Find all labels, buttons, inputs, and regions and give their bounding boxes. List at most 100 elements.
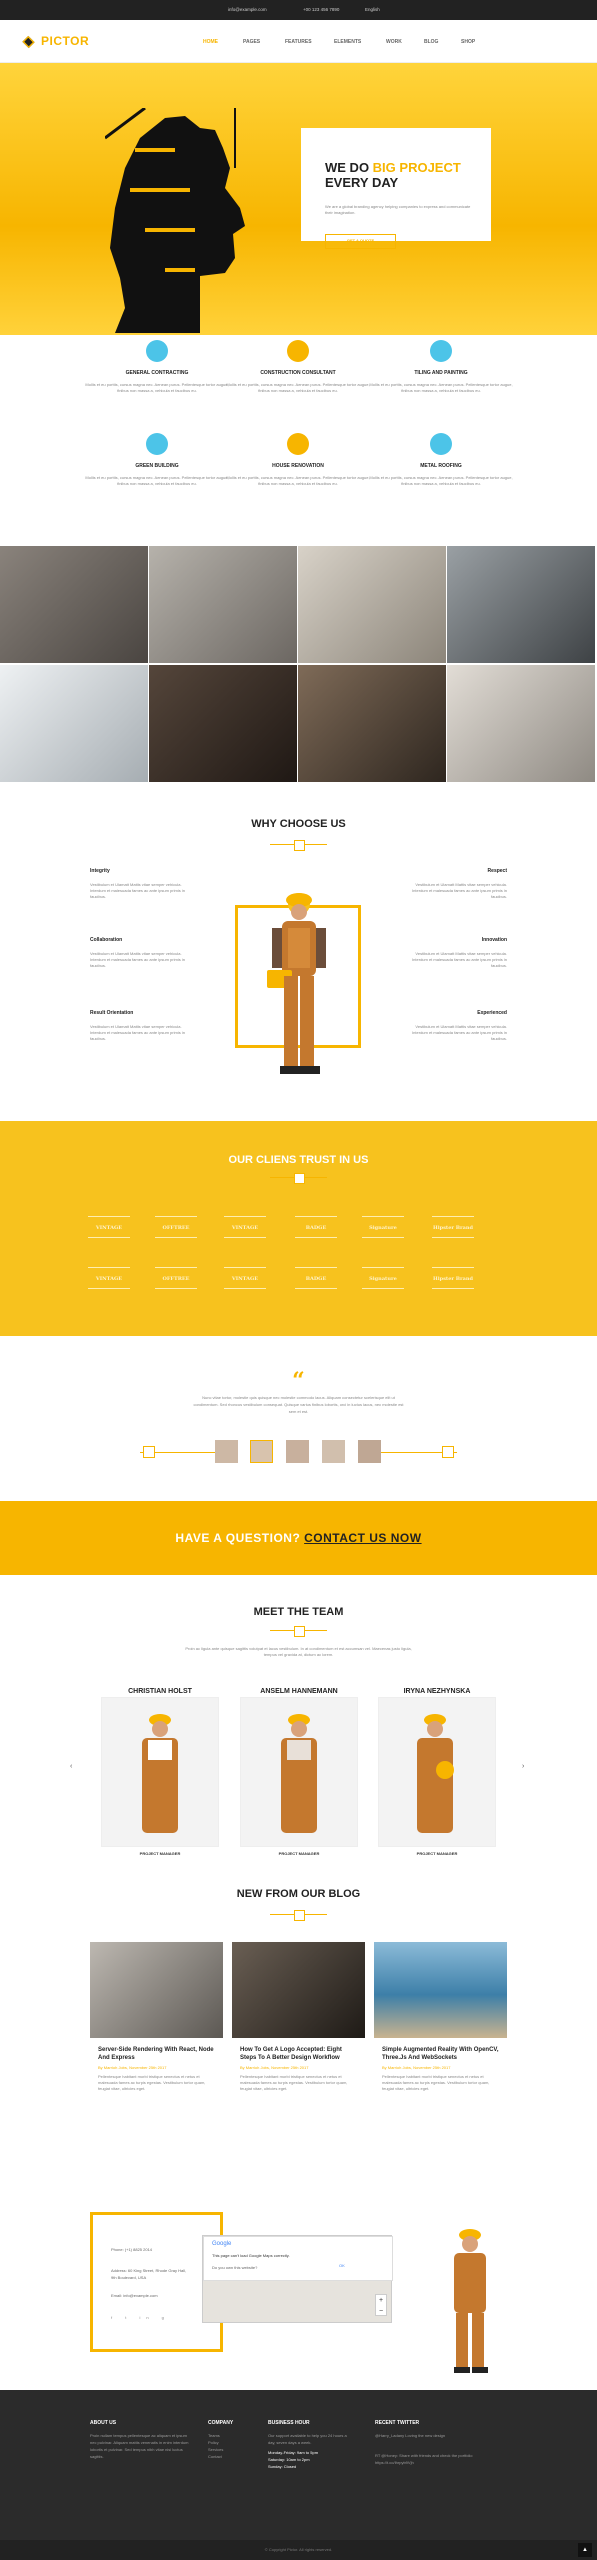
service-card[interactable]: METAL ROOFING Mollis et eu porttis, cursu… (366, 433, 516, 487)
client-logo[interactable]: Signature (362, 1216, 404, 1238)
client-logo[interactable]: Hipster Brand (432, 1216, 474, 1238)
footer-link[interactable]: Policy (208, 2439, 219, 2446)
gallery-image[interactable] (298, 546, 446, 663)
post-title[interactable]: Simple Augmented Reality With OpenCV, Th… (382, 2046, 499, 2062)
avatar[interactable] (215, 1440, 238, 1463)
blog-post[interactable]: How To Get A Logo Accepted: Eight Steps … (232, 1942, 365, 2092)
nav-features[interactable]: FEATURES (285, 39, 312, 45)
client-logo[interactable]: VINTAGE (88, 1216, 130, 1238)
gallery-image[interactable] (0, 665, 148, 782)
gallery-image[interactable] (447, 665, 595, 782)
phone-text[interactable]: +00 123 456 7890 (303, 7, 339, 12)
hammer-icon (287, 340, 309, 362)
title-ornament (270, 1173, 327, 1184)
service-card[interactable]: GREEN BUILDING Mollis et eu porttis, curs… (82, 433, 232, 487)
nav-elements[interactable]: ELEMENTS (334, 39, 361, 45)
footer-hours-heading: BUSINESS HOUR (268, 2420, 310, 2426)
nav-pages[interactable]: PAGES (243, 39, 260, 45)
client-logo[interactable]: Signature (362, 1267, 404, 1289)
get-quote-button[interactable]: GET A QUOTE (325, 234, 396, 249)
gallery-image[interactable] (0, 546, 148, 663)
client-logo[interactable]: BADGE (295, 1216, 337, 1238)
gallery-image[interactable] (298, 665, 446, 782)
footer-link[interactable]: Teams (208, 2432, 220, 2439)
tweet[interactable]: RT @Honey: Share with friends and check … (375, 2452, 505, 2466)
footer-link[interactable]: Services (208, 2446, 223, 2453)
why-item-title: Result Orientation (90, 1010, 134, 1016)
gallery-image[interactable] (149, 665, 297, 782)
why-item-desc: Vestibulum et Ulamatt Mattis vitae sempe… (412, 1024, 507, 1041)
nav-home[interactable]: HOME (203, 39, 218, 45)
team-next-arrow[interactable]: › (522, 1763, 524, 1770)
blog-post[interactable]: Server-Side Rendering With React, Node A… (90, 1942, 223, 2092)
client-logo[interactable]: VINTAGE (224, 1216, 266, 1238)
logo-icon (22, 35, 35, 49)
team-title: MEET THE TEAM (253, 1606, 344, 1618)
gallery-image[interactable] (447, 546, 595, 663)
footer-company-heading: COMPANY (208, 2420, 234, 2426)
nav-blog[interactable]: BLOG (424, 39, 438, 45)
gallery-image[interactable] (149, 546, 297, 663)
avatar[interactable] (286, 1440, 309, 1463)
worker-image (267, 893, 326, 1074)
post-title[interactable]: How To Get A Logo Accepted: Eight Steps … (240, 2046, 357, 2062)
email-text[interactable]: info@example.com (228, 7, 267, 12)
service-card[interactable]: TILING AND PAINTING Mollis et eu porttis,… (366, 340, 516, 394)
client-logo[interactable]: BADGE (295, 1267, 337, 1289)
hero-section: WE DO BIG PROJECT EVERY DAY We are a glob… (0, 63, 597, 335)
post-image[interactable] (90, 1942, 223, 2038)
member-role: PROJECT MANAGER (139, 1851, 181, 1856)
testimonial-section: “ Nunc vitae tortor, molestie quis quisq… (0, 1336, 597, 1501)
logo[interactable]: PICTOR (22, 34, 89, 49)
language-select[interactable]: English (365, 7, 380, 12)
map-embed[interactable]: Google This page can't load Google Maps … (202, 2235, 393, 2323)
client-logo[interactable]: OFFTREE (155, 1216, 197, 1238)
avatar[interactable] (358, 1440, 381, 1463)
post-excerpt: Pellentesque habitant morbi tristique se… (240, 2074, 348, 2091)
service-card[interactable]: GENERAL CONTRACTING Mollis et eu porttis,… (82, 340, 232, 394)
service-card[interactable]: CONSTRUCTION CONSULTANT Mollis et eu port… (223, 340, 373, 394)
why-item-desc: Vestibulum et Ulamatt Mattis vitae sempe… (412, 951, 507, 968)
post-meta: By Marrioh Jobs, November 25th 2017 (382, 2065, 451, 2070)
avatar[interactable] (322, 1440, 345, 1463)
social-icons[interactable]: f t in g (111, 2315, 170, 2320)
footer-hours-item: Saturday: 10am to 2pm (268, 2457, 310, 2462)
member-photo (417, 1714, 454, 1833)
client-logo[interactable]: VINTAGE (224, 1267, 266, 1289)
team-prev-arrow[interactable]: ‹ (70, 1763, 72, 1770)
client-logo[interactable]: Hipster Brand (432, 1267, 474, 1289)
footer: ABOUT US Proin nullam tempus pellentesqu… (0, 2390, 597, 2540)
scroll-top-button[interactable]: ▲ (578, 2543, 592, 2557)
nav-shop[interactable]: SHOP (461, 39, 475, 45)
prev-testimonial-button[interactable] (143, 1446, 155, 1458)
contact-us-link[interactable]: CONTACT US NOW (304, 1531, 421, 1545)
why-item-desc: Vestibulum et Ulamatt Mattis vitae sempe… (90, 951, 185, 968)
testimonial-text: Nunc vitae tortor, molestie quis quisque… (193, 1395, 404, 1414)
post-image[interactable] (374, 1942, 507, 2038)
client-logo[interactable]: OFFTREE (155, 1267, 197, 1289)
google-logo: Google (212, 2241, 232, 2247)
tweet[interactable]: @Harry_Ladany Loving the new design (375, 2432, 505, 2439)
nav-work[interactable]: WORK (386, 39, 402, 45)
avatar[interactable] (250, 1440, 273, 1463)
post-title[interactable]: Server-Side Rendering With React, Node A… (98, 2046, 215, 2062)
footer-about-text: Proin nullam tempus pellentesque ac aliq… (90, 2433, 189, 2459)
footer-link[interactable]: Contact (208, 2453, 222, 2460)
next-testimonial-button[interactable] (442, 1446, 454, 1458)
blog-post[interactable]: Simple Augmented Reality With OpenCV, Th… (374, 1942, 507, 2092)
member-photo (142, 1714, 178, 1833)
why-item-title: Respect (487, 868, 507, 874)
post-image[interactable] (232, 1942, 365, 2038)
map-ok-button[interactable]: OK (339, 2263, 345, 2268)
why-item-title: Innovation (481, 937, 507, 943)
trowel-icon (146, 433, 168, 455)
contact-phone: Phone: (+1) 8825 2014 (111, 2247, 153, 2252)
why-item-desc: Vestibulum et Ulamatt Mattis vitae sempe… (412, 882, 507, 899)
client-logo[interactable]: VINTAGE (88, 1267, 130, 1289)
service-card[interactable]: HOUSE RENOVATION Mollis et eu porttis, cu… (223, 433, 373, 487)
map-zoom-controls[interactable]: + − (375, 2294, 387, 2316)
contact-email[interactable]: Email: info@example.com (111, 2293, 158, 2298)
top-bar: info@example.com +00 123 456 7890 Englis… (0, 0, 597, 20)
cta-banner: HAVE A QUESTION? CONTACT US NOW (0, 1501, 597, 1575)
why-item-desc: Vestibulum et Ulamatt Mattis vitae sempe… (90, 1024, 185, 1041)
